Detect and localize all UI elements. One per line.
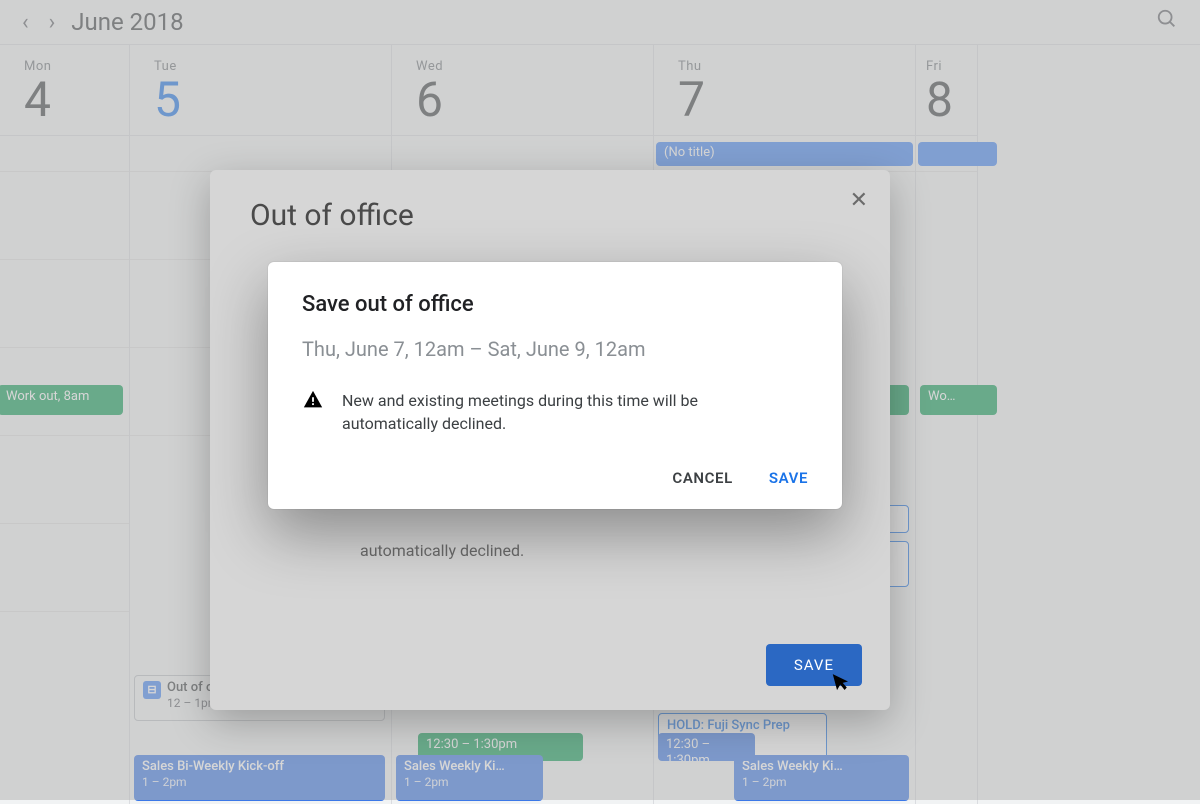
dialog-title: Out of office (250, 198, 414, 233)
day-column-fri[interactable]: Fri 8 Wo… (916, 45, 978, 804)
chevron-prev-icon[interactable]: ‹ (18, 10, 33, 35)
month-title: June 2018 (71, 8, 183, 36)
day-label: Tue (154, 59, 367, 74)
confirm-warning-text: New and existing meetings during this ti… (342, 389, 762, 435)
event-title: HOLD: Fuji Sync Prep (667, 718, 790, 733)
event-time: 1 – 2pm (742, 775, 787, 789)
header-bar: ‹ › June 2018 (0, 0, 1200, 44)
day-number: 6 (416, 74, 629, 127)
event-time: 1 – 2pm (404, 775, 449, 789)
day-number: 4 (24, 74, 105, 127)
warning-icon (302, 389, 324, 411)
dialog-body-line: automatically declined. (320, 501, 564, 600)
confirm-date-range: Thu, June 7, 12am – Sat, June 9, 12am (302, 337, 808, 361)
event-sales-weekly[interactable]: Sales Weekly Ki… 1 – 2pm (734, 755, 909, 801)
event-time: 1 – 2pm (142, 775, 187, 789)
event-sales-biweekly[interactable]: Sales Bi-Weekly Kick-off 1 – 2pm (134, 755, 385, 801)
save-button[interactable]: SAVE (769, 469, 808, 487)
confirm-title: Save out of office (302, 292, 808, 317)
search-icon[interactable] (1152, 4, 1182, 40)
day-number: 5 (154, 74, 367, 127)
event-title: Sales Weekly Ki… (404, 759, 505, 774)
day-label: Wed (416, 59, 629, 74)
event-workout[interactable]: Work out, 8am (0, 385, 123, 415)
confirm-actions: CANCEL SAVE (302, 469, 808, 487)
allday-event[interactable]: (No title) (656, 142, 913, 166)
save-out-of-office-dialog: Save out of office Thu, June 7, 12am – S… (268, 262, 842, 509)
briefcase-icon: ⊟ (143, 681, 161, 699)
event-workout[interactable]: Wo… (920, 385, 997, 415)
chevron-next-icon[interactable]: › (45, 10, 60, 35)
event-title: Sales Weekly Ki… (742, 759, 843, 774)
close-icon[interactable]: ✕ (850, 188, 868, 213)
cancel-button[interactable]: CANCEL (672, 469, 732, 487)
event-sales-weekly[interactable]: Sales Weekly Ki… 1 – 2pm (396, 755, 543, 801)
day-number: 8 (926, 74, 953, 127)
day-label: Thu (678, 59, 891, 74)
day-column-mon[interactable]: Mon 4 Work out, 8am (0, 45, 130, 804)
event-slot[interactable]: 12:30 – 1:30pm (658, 733, 755, 761)
day-number: 7 (678, 74, 891, 127)
allday-event[interactable] (918, 142, 997, 166)
event-title: Sales Bi-Weekly Kick-off (142, 759, 284, 774)
